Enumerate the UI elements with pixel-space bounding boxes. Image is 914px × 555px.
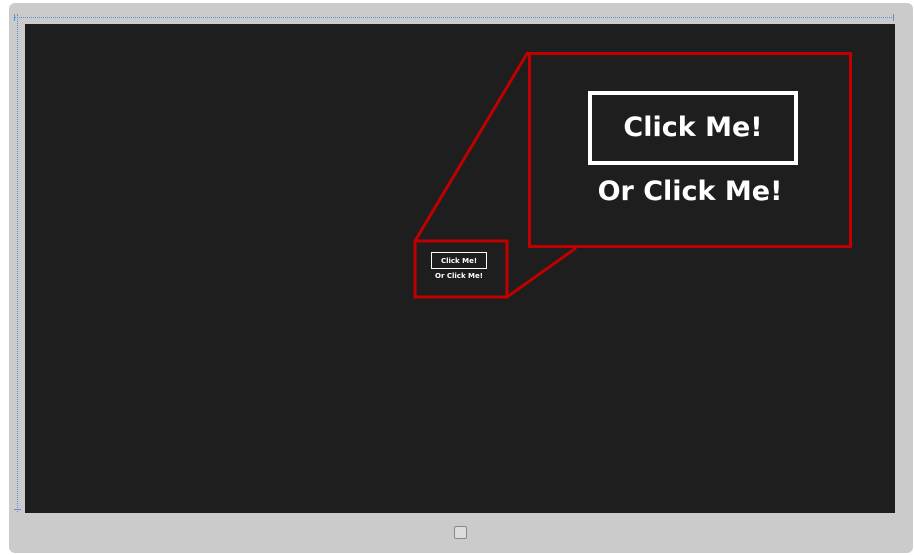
layout-guide-horizontal [14,17,894,18]
windows-home-icon[interactable] [454,526,467,539]
guide-tick-bottom-left [14,509,21,510]
app-content: Click Me! Or Click Me! [431,252,493,289]
guide-tick-top-left [14,14,15,21]
zoom-connector-line-top [413,51,530,242]
layout-guide-vertical [17,14,18,512]
guide-tick-top-right [893,14,894,21]
zoom-callout-box: Click Me! Or Click Me! [528,52,852,248]
click-me-button[interactable]: Click Me! [431,252,487,269]
or-click-me-link[interactable]: Or Click Me! [427,272,491,280]
zoom-connector-line-bottom [506,246,577,299]
device-screen: Click Me! Or Click Me! Click Me! Or Clic… [25,24,895,513]
zoom-click-me-button: Click Me! [588,91,798,165]
zoom-or-click-me-link: Or Click Me! [597,176,783,207]
